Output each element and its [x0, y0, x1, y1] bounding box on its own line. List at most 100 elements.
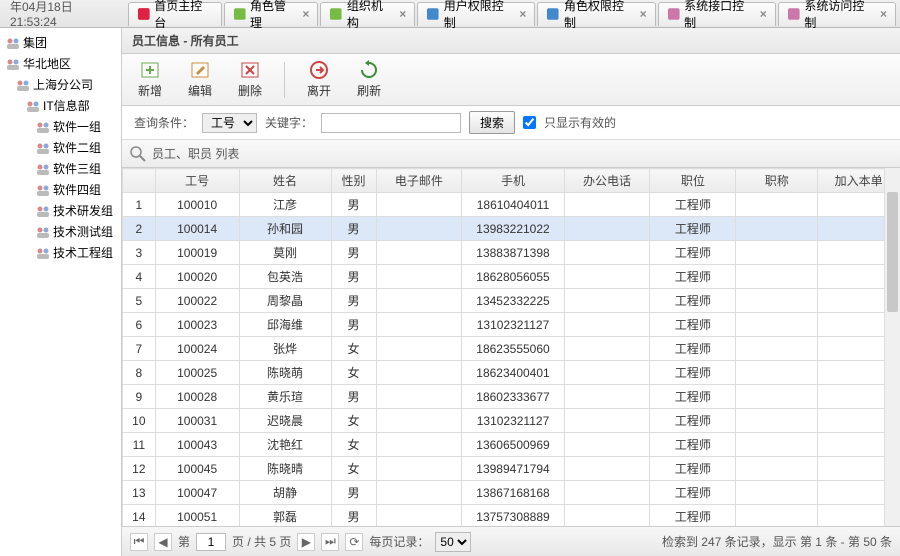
edit-button[interactable]: 编辑 — [184, 58, 216, 101]
table-row[interactable]: 6100023邱海维男13102321127工程师 — [123, 313, 900, 337]
page-size-select[interactable]: 50 — [435, 532, 471, 552]
org-icon — [36, 246, 50, 260]
tab-icon — [137, 7, 151, 21]
tab-3[interactable]: 用户权限控制× — [417, 2, 535, 26]
table-row[interactable]: 3100019莫刚男13883871398工程师 — [123, 241, 900, 265]
tab-icon — [667, 7, 681, 21]
col-header[interactable]: 姓名 — [239, 169, 331, 193]
tab-close-icon[interactable]: × — [399, 7, 406, 21]
pager-info: 检索到 247 条记录，显示 第 1 条 - 第 50 条 — [662, 533, 892, 550]
tab-label: 首页主控台 — [154, 0, 212, 31]
tree-label: 技术研发组 — [53, 202, 113, 219]
table-row[interactable]: 14100051郭磊男13757308889工程师 — [123, 505, 900, 527]
search-bar: 查询条件： 工号 关键字： 搜索 只显示有效的 — [122, 106, 900, 140]
table-row[interactable]: 5100022周黎晶男13452332225工程师 — [123, 289, 900, 313]
table-row[interactable]: 9100028黄乐瑄男18602333677工程师 — [123, 385, 900, 409]
pager-refresh-button[interactable]: ⟳ — [345, 533, 363, 551]
tab-label: 系统接口控制 — [684, 0, 754, 31]
tree-node[interactable]: 技术测试组 — [2, 221, 119, 242]
last-page-button[interactable]: ⏭ — [321, 533, 339, 551]
tab-6[interactable]: 系统访问控制× — [778, 2, 896, 26]
tree-label: 软件二组 — [53, 139, 101, 156]
table-row[interactable]: 4100020包英浩男18628056055工程师 — [123, 265, 900, 289]
toolbar: 新增 编辑 删除 离开 刷新 — [122, 54, 900, 106]
table-row[interactable]: 1100010江彦男18610404011工程师 — [123, 193, 900, 217]
pager: ⏮ ◀ 第 页 / 共 5 页 ▶ ⏭ ⟳ 每页记录： 50 检索到 247 条… — [122, 526, 900, 556]
table-row[interactable]: 7100024张烨女18623555060工程师 — [123, 337, 900, 361]
tree-node[interactable]: 软件四组 — [2, 179, 119, 200]
tab-close-icon[interactable]: × — [760, 7, 767, 21]
edit-icon — [190, 60, 210, 80]
table-row[interactable]: 10100031迟晓晨女13102321127工程师 — [123, 409, 900, 433]
tree-node[interactable]: 软件二组 — [2, 137, 119, 158]
timestamp: 年04月18日 21:53:24 — [4, 0, 126, 29]
keyword-input[interactable] — [321, 113, 461, 133]
col-header[interactable]: 电子邮件 — [376, 169, 462, 193]
tree-node[interactable]: 软件一组 — [2, 116, 119, 137]
employee-grid: 工号姓名性别电子邮件手机办公电话职位职称加入本单 1100010江彦男18610… — [122, 168, 900, 526]
tab-label: 角色管理 — [250, 0, 296, 31]
tree-node[interactable]: 技术研发组 — [2, 200, 119, 221]
delete-button[interactable]: 删除 — [234, 58, 266, 101]
col-header[interactable]: 职称 — [736, 169, 818, 193]
tab-1[interactable]: 角色管理× — [224, 2, 319, 26]
grid-container: 工号姓名性别电子邮件手机办公电话职位职称加入本单 1100010江彦男18610… — [122, 168, 900, 526]
refresh-button[interactable]: 刷新 — [353, 58, 385, 101]
cond-select[interactable]: 工号 — [202, 113, 257, 133]
table-row[interactable]: 13100047胡静男13867168168工程师 — [123, 481, 900, 505]
add-button[interactable]: 新增 — [134, 58, 166, 101]
tree-label: 技术测试组 — [53, 223, 113, 240]
list-title-bar: 员工、职员 列表 — [122, 140, 900, 168]
org-icon — [36, 183, 50, 197]
leave-button[interactable]: 离开 — [303, 58, 335, 101]
col-header[interactable]: 工号 — [155, 169, 239, 193]
prev-page-button[interactable]: ◀ — [154, 533, 172, 551]
col-header[interactable]: 职位 — [650, 169, 736, 193]
tree-node[interactable]: 技术工程组 — [2, 242, 119, 263]
refresh-icon — [359, 60, 379, 80]
tree-label: 集团 — [23, 34, 47, 51]
table-row[interactable]: 12100045陈晓晴女13989471794工程师 — [123, 457, 900, 481]
tree-node[interactable]: 华北地区 — [2, 53, 119, 74]
vertical-scrollbar[interactable] — [884, 168, 900, 526]
tree-node[interactable]: 软件三组 — [2, 158, 119, 179]
tree-label: 软件四组 — [53, 181, 101, 198]
page-input[interactable] — [196, 533, 226, 551]
first-page-button[interactable]: ⏮ — [130, 533, 148, 551]
tree-node[interactable]: IT信息部 — [2, 95, 119, 116]
table-row[interactable]: 2100014孙和园男13983221022工程师 — [123, 217, 900, 241]
tab-icon — [233, 7, 247, 21]
tab-icon — [329, 7, 343, 21]
tab-close-icon[interactable]: × — [880, 7, 887, 21]
search-button[interactable]: 搜索 — [469, 111, 515, 134]
tab-icon — [426, 7, 440, 21]
tab-label: 用户权限控制 — [444, 0, 514, 31]
tab-0[interactable]: 首页主控台 — [128, 2, 222, 26]
col-header[interactable]: 办公电话 — [564, 169, 650, 193]
table-row[interactable]: 11100043沈艳红女13606500969工程师 — [123, 433, 900, 457]
tree-label: 软件三组 — [53, 160, 101, 177]
org-icon — [36, 162, 50, 176]
org-tree-sidebar: 集团华北地区上海分公司IT信息部软件一组软件二组软件三组软件四组技术研发组技术测… — [0, 28, 122, 556]
tab-4[interactable]: 角色权限控制× — [537, 2, 655, 26]
col-header[interactable]: 性别 — [331, 169, 376, 193]
org-icon — [36, 141, 50, 155]
add-icon — [140, 60, 160, 80]
tree-node[interactable]: 集团 — [2, 32, 119, 53]
search-icon — [130, 146, 146, 162]
valid-only-checkbox[interactable] — [523, 116, 536, 129]
tab-close-icon[interactable]: × — [640, 7, 647, 21]
col-header[interactable] — [123, 169, 156, 193]
org-icon — [36, 225, 50, 239]
tab-close-icon[interactable]: × — [519, 7, 526, 21]
table-row[interactable]: 8100025陈晓萌女18623400401工程师 — [123, 361, 900, 385]
col-header[interactable]: 手机 — [462, 169, 564, 193]
tab-label: 系统访问控制 — [804, 0, 874, 31]
tree-node[interactable]: 上海分公司 — [2, 74, 119, 95]
tab-5[interactable]: 系统接口控制× — [658, 2, 776, 26]
tab-close-icon[interactable]: × — [302, 7, 309, 21]
page-label-post: 页 / 共 5 页 — [232, 533, 291, 550]
tab-2[interactable]: 组织机构× — [320, 2, 415, 26]
next-page-button[interactable]: ▶ — [297, 533, 315, 551]
delete-icon — [240, 60, 260, 80]
